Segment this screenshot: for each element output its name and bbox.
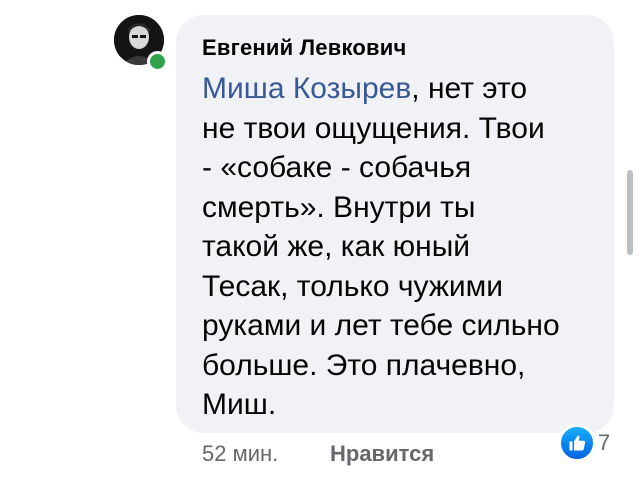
- comment-text: Миша Козырев, нет это не твои ощущения. …: [202, 69, 607, 425]
- comment-line: не твои ощущения. Твои: [202, 111, 545, 145]
- reaction-count: 7: [598, 430, 611, 455]
- online-status-dot: [147, 51, 168, 72]
- comment-line: Миш.: [202, 388, 277, 421]
- scrollbar-thumb[interactable]: [627, 170, 633, 255]
- comment-timestamp[interactable]: 52 мин.: [202, 441, 278, 467]
- comment-line: , нет это: [411, 72, 528, 105]
- comment-line: больше. Это плачевно,: [202, 348, 526, 382]
- comment-author[interactable]: Евгений Левкович: [202, 35, 406, 61]
- comment-line: Тесак, только чужими: [202, 269, 504, 303]
- reactions-summary[interactable]: 7: [558, 424, 618, 462]
- comment-line: смерть». Внутри ты: [202, 190, 476, 224]
- comment-line: - «собаке - собачья: [202, 151, 472, 184]
- thumbs-up-icon: [558, 424, 596, 462]
- comment-bubble: Евгений Левкович Миша Козырев, нет это н…: [176, 15, 614, 433]
- like-button[interactable]: Нравится: [330, 441, 434, 467]
- comment-line: такой же, как юный: [202, 230, 471, 263]
- mention-link[interactable]: Миша Козырев: [202, 72, 411, 105]
- comment-line: руками и лет тебе сильно: [202, 309, 560, 342]
